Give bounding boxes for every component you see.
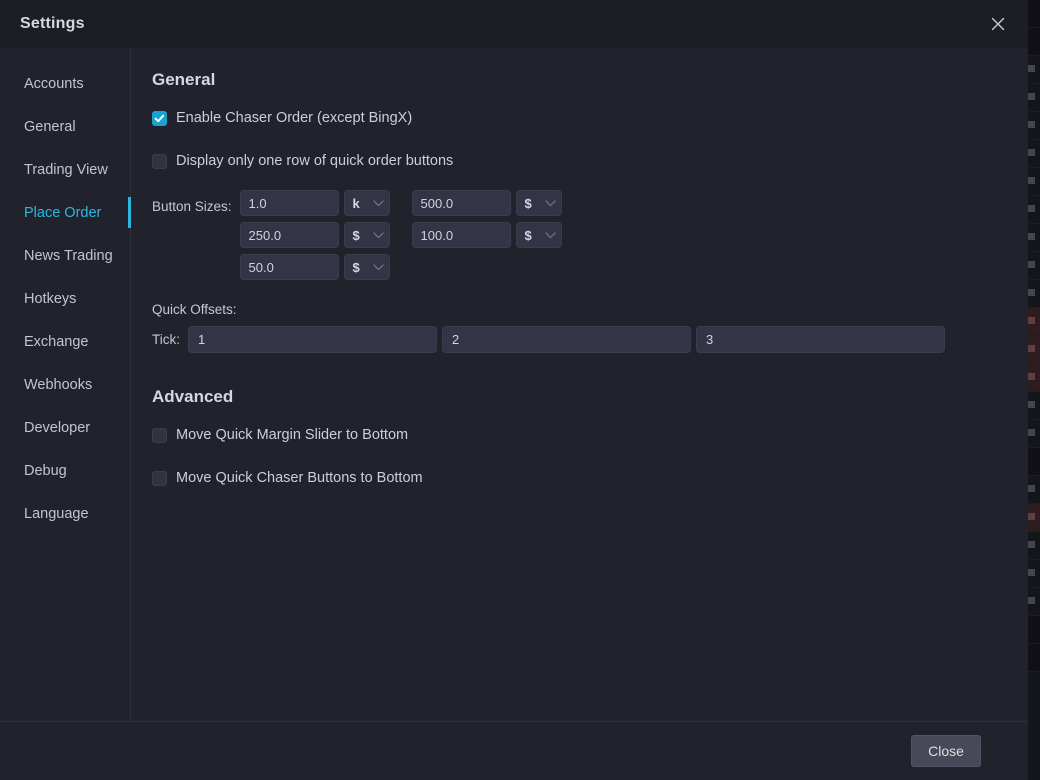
button-size-cell: $ <box>411 222 562 248</box>
advanced-section-heading: Advanced <box>152 387 234 406</box>
button-sizes-grid: k$$$$ <box>239 190 562 280</box>
checkbox-row[interactable]: Move Quick Chaser Buttons to Bottom <box>152 464 1004 492</box>
button-size-value-input[interactable] <box>239 222 339 248</box>
button-size-value-input[interactable] <box>239 190 339 216</box>
unit-value: $ <box>524 195 532 211</box>
checkbox-unchecked-icon[interactable] <box>152 427 167 443</box>
checkbox-label: Move Quick Chaser Buttons to Bottom <box>176 470 423 486</box>
checkbox-row[interactable]: Move Quick Margin Slider to Bottom <box>152 421 1004 449</box>
checkbox-checked-icon[interactable] <box>152 110 167 126</box>
sidebar-item-label: Webhooks <box>24 376 93 393</box>
button-size-unit-select[interactable]: $ <box>343 254 390 280</box>
checkbox-unchecked-icon[interactable] <box>152 470 167 486</box>
sidebar-item-accounts[interactable]: Accounts <box>0 62 130 105</box>
checkbox-row[interactable]: Enable Chaser Order (except BingX) <box>152 104 1004 132</box>
sidebar-item-hotkeys[interactable]: Hotkeys <box>0 277 130 320</box>
sidebar-item-label: Hotkeys <box>24 290 77 307</box>
sidebar-item-label: Developer <box>24 419 91 436</box>
general-checkbox-group: Enable Chaser Order (except BingX) Displa… <box>152 104 1004 175</box>
page-title: Settings <box>20 15 85 32</box>
sidebar-item-general[interactable]: General <box>0 105 130 148</box>
sidebar-item-label: Language <box>24 505 89 522</box>
button-size-unit-select[interactable]: k <box>343 190 390 216</box>
sidebar-item-label: Exchange <box>24 333 89 350</box>
tick-offset-input[interactable] <box>188 326 437 353</box>
dialog-footer: Close <box>0 721 1028 780</box>
button-size-row: k$ <box>239 190 562 216</box>
chevron-down-icon <box>544 231 556 239</box>
sidebar-item-place-order[interactable]: Place Order <box>0 191 131 234</box>
button-size-value-input[interactable] <box>411 190 511 216</box>
button-sizes-group: Button Sizes: k$$$$ <box>152 190 1004 280</box>
sidebar-item-webhooks[interactable]: Webhooks <box>0 363 130 406</box>
checkbox-label: Move Quick Margin Slider to Bottom <box>176 427 409 443</box>
button-size-row: $$ <box>239 222 562 248</box>
unit-value: k <box>352 195 360 211</box>
sidebar-item-label: General <box>24 118 76 135</box>
checkbox-row[interactable]: Display only one row of quick order butt… <box>152 147 1004 175</box>
sidebar-item-exchange[interactable]: Exchange <box>0 320 130 363</box>
checkbox-label: Enable Chaser Order (except BingX) <box>176 110 413 126</box>
checkbox-unchecked-icon[interactable] <box>152 153 167 169</box>
unit-value: $ <box>352 227 360 243</box>
button-size-cell: k <box>239 190 390 216</box>
quick-offsets-label: Quick Offsets: <box>152 302 237 317</box>
sidebar-item-label: Trading View <box>24 161 108 178</box>
chevron-down-icon <box>544 199 556 207</box>
sidebar-item-debug[interactable]: Debug <box>0 449 130 492</box>
tick-offsets-row: Tick: <box>152 326 1004 353</box>
close-button[interactable]: Close <box>911 735 981 767</box>
tick-offset-input[interactable] <box>442 326 691 353</box>
button-size-cell: $ <box>239 222 390 248</box>
settings-sidebar: Accounts General Trading View Place Order Ne… <box>0 48 131 721</box>
sidebar-item-label: News Trading <box>24 247 113 264</box>
sidebar-item-trading-view[interactable]: Trading View <box>0 148 130 191</box>
checkbox-label: Display only one row of quick order butt… <box>176 153 454 169</box>
chevron-down-icon <box>372 199 384 207</box>
dialog-body: Accounts General Trading View Place Order Ne… <box>0 48 1028 721</box>
sidebar-item-label: Accounts <box>24 75 84 92</box>
advanced-checkbox-group: Move Quick Margin Slider to Bottom Move Q… <box>152 421 1004 492</box>
unit-value: $ <box>524 227 532 243</box>
settings-dialog: Settings Accounts General Trading View Plac… <box>0 0 1028 780</box>
settings-content-pane: General Enable Chaser Order (except Bing… <box>131 48 1028 721</box>
button-size-value-input[interactable] <box>411 222 511 248</box>
unit-value: $ <box>352 259 360 275</box>
button-size-unit-select[interactable]: $ <box>515 190 562 216</box>
button-size-unit-select[interactable]: $ <box>515 222 562 248</box>
close-x-icon[interactable] <box>984 10 1012 38</box>
button-size-cell: $ <box>411 190 562 216</box>
button-size-row: $ <box>239 254 562 280</box>
tick-offset-input[interactable] <box>696 326 945 353</box>
button-size-unit-select[interactable]: $ <box>343 222 390 248</box>
sidebar-item-news-trading[interactable]: News Trading <box>0 234 130 277</box>
chevron-down-icon <box>372 231 384 239</box>
sidebar-item-language[interactable]: Language <box>0 492 130 535</box>
button-sizes-label: Button Sizes: <box>152 199 232 214</box>
button-size-cell: $ <box>239 254 390 280</box>
button-size-value-input[interactable] <box>239 254 339 280</box>
chevron-down-icon <box>372 263 384 271</box>
tick-label: Tick: <box>152 332 180 347</box>
sidebar-item-developer[interactable]: Developer <box>0 406 130 449</box>
dialog-title-bar: Settings <box>0 0 1028 48</box>
sidebar-item-label: Place Order <box>24 204 102 221</box>
general-section-heading: General <box>152 70 216 89</box>
sidebar-item-label: Debug <box>24 462 67 479</box>
